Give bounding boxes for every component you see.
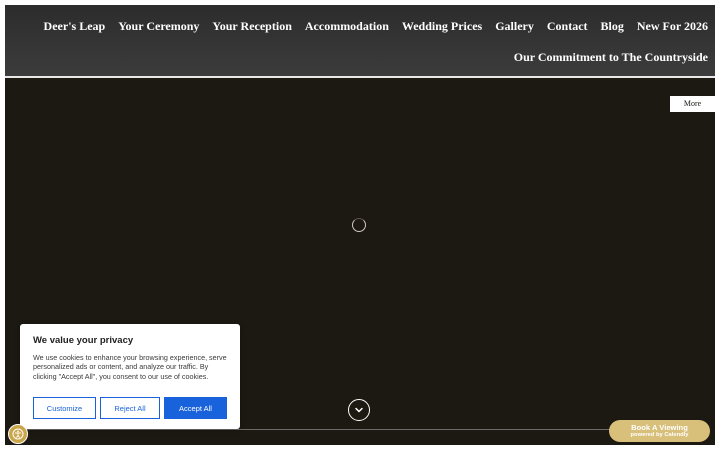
site-header: Deer's Leap Your Ceremony Your Reception… (5, 5, 715, 78)
accessibility-icon (12, 428, 24, 440)
accessibility-button[interactable] (8, 424, 28, 444)
book-viewing-label: Book A Viewing (631, 423, 688, 432)
nav-item-countryside-commitment[interactable]: Our Commitment to The Countryside (514, 50, 708, 65)
secondary-nav: Our Commitment to The Countryside (514, 50, 708, 65)
cookie-button-row: Customize Reject All Accept All (33, 397, 227, 419)
nav-item-gallery[interactable]: Gallery (495, 19, 534, 34)
reject-all-button[interactable]: Reject All (100, 397, 160, 419)
calendly-powered-label: powered by Calendly (630, 432, 689, 438)
nav-item-accommodation[interactable]: Accommodation (305, 19, 389, 34)
nav-item-blog[interactable]: Blog (601, 19, 624, 34)
nav-item-your-ceremony[interactable]: Your Ceremony (118, 19, 199, 34)
more-button[interactable]: More (670, 96, 715, 112)
scroll-down-button[interactable] (348, 399, 370, 421)
accept-all-button[interactable]: Accept All (164, 397, 227, 419)
nav-item-wedding-prices[interactable]: Wedding Prices (402, 19, 482, 34)
divider-line (15, 429, 705, 430)
cookie-title: We value your privacy (33, 335, 134, 346)
chevron-down-icon (355, 407, 363, 413)
cookie-text: We use cookies to enhance your browsing … (33, 353, 227, 381)
nav-item-your-reception[interactable]: Your Reception (212, 19, 291, 34)
nav-item-contact[interactable]: Contact (547, 19, 588, 34)
cookie-consent-banner: We value your privacy We use cookies to … (20, 324, 240, 429)
primary-nav: Deer's Leap Your Ceremony Your Reception… (44, 19, 708, 34)
book-viewing-button[interactable]: Book A Viewing powered by Calendly (609, 420, 710, 442)
loading-spinner-icon (352, 218, 366, 232)
nav-item-new-for-2026[interactable]: New For 2026 (637, 19, 708, 34)
nav-item-deers-leap[interactable]: Deer's Leap (44, 19, 106, 34)
customize-button[interactable]: Customize (33, 397, 96, 419)
